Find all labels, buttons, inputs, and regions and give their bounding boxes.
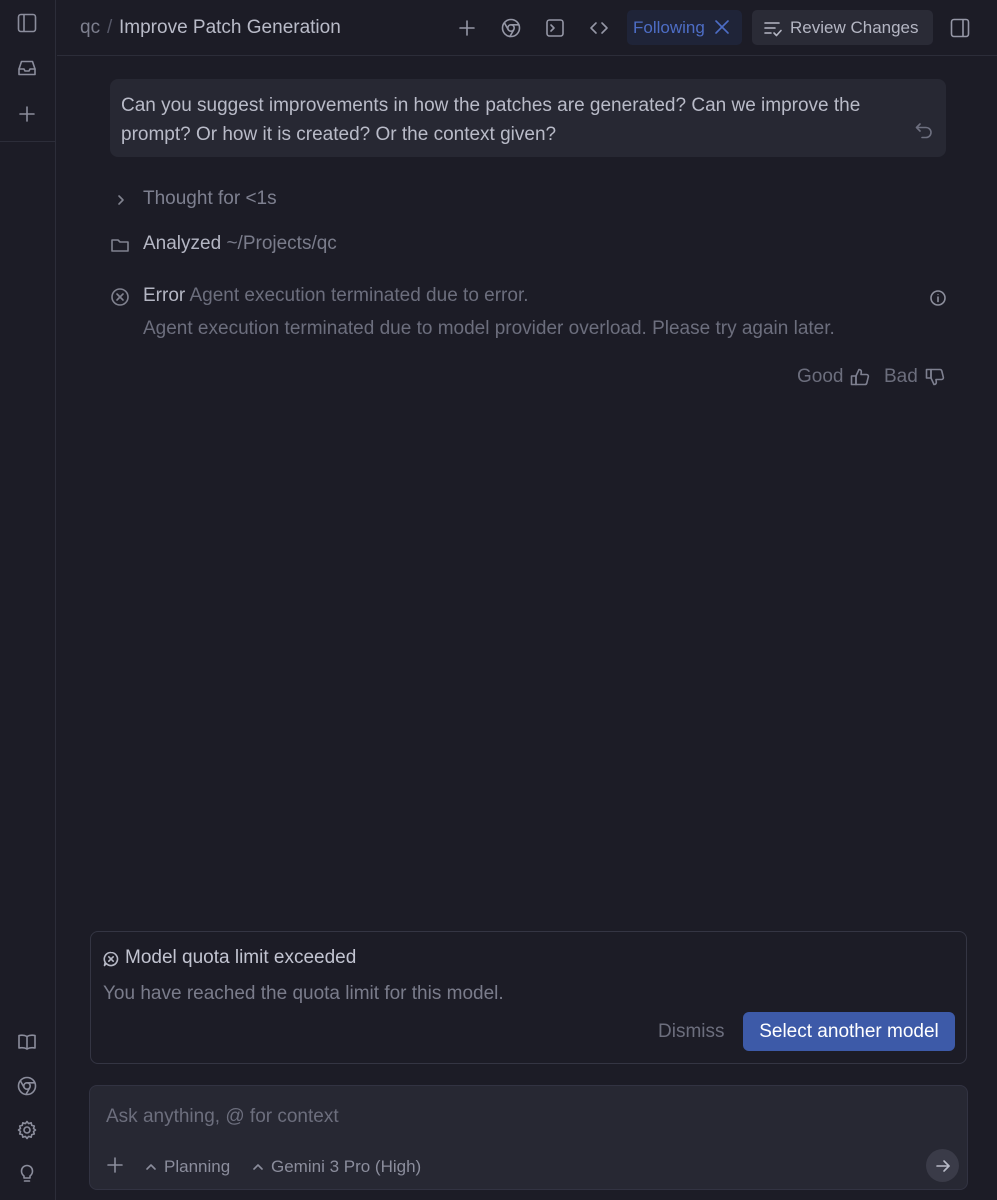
- analyzed-label: Analyzed: [143, 233, 222, 254]
- new-conversation-icon[interactable]: [14, 101, 40, 127]
- terminal-icon[interactable]: [542, 15, 568, 41]
- page-title: Improve Patch Generation: [119, 17, 341, 38]
- error-summary: Agent execution terminated due to error.: [189, 285, 529, 306]
- lightbulb-icon[interactable]: [14, 1160, 40, 1186]
- sidebar-divider: [0, 141, 56, 142]
- good-feedback-button[interactable]: Good: [797, 365, 871, 389]
- gear-icon[interactable]: [14, 1117, 40, 1143]
- chevron-up-icon: [253, 1164, 263, 1170]
- composer: Planning Gemini 3 Pro (High): [89, 1085, 968, 1190]
- thought-row[interactable]: Thought for <1s: [110, 188, 410, 214]
- browser-icon[interactable]: [498, 15, 524, 41]
- quota-title: Model quota limit exceeded: [125, 947, 357, 968]
- following-label: Following: [633, 18, 705, 37]
- folder-icon: [111, 239, 129, 252]
- user-message-text: Can you suggest improvements in how the …: [121, 95, 861, 145]
- top-bar: qc / Improve Patch Generation Following …: [57, 0, 997, 56]
- chevron-up-icon: [146, 1164, 156, 1170]
- analyzed-row: Analyzed ~/Projects/qc: [110, 233, 510, 259]
- mode-label: Planning: [164, 1157, 231, 1176]
- model-label: Gemini 3 Pro (High): [271, 1157, 422, 1176]
- error-circle-icon: [111, 288, 129, 306]
- code-icon[interactable]: [586, 15, 612, 41]
- attach-plus-icon[interactable]: [106, 1156, 124, 1174]
- error-row: Error Agent execution terminated due to …: [110, 285, 910, 311]
- add-icon[interactable]: [454, 15, 480, 41]
- chat-input[interactable]: [106, 1102, 946, 1132]
- bad-label: Bad: [884, 366, 918, 387]
- following-toggle[interactable]: Following: [627, 10, 742, 45]
- thought-label: Thought for <1s: [143, 188, 277, 209]
- alert-bubble-icon: [103, 951, 119, 967]
- error-detail: Agent execution terminated due to model …: [143, 318, 835, 339]
- sidebar-toggle-icon[interactable]: [14, 10, 40, 36]
- thumbs-up-icon: [851, 368, 870, 386]
- user-message: Can you suggest improvements in how the …: [110, 79, 946, 157]
- review-list-icon: [764, 22, 782, 37]
- chrome-icon[interactable]: [14, 1073, 40, 1099]
- error-label: Error: [143, 285, 186, 306]
- send-button[interactable]: [926, 1149, 959, 1182]
- close-icon[interactable]: [713, 18, 731, 36]
- arrow-right-icon: [935, 1159, 950, 1172]
- select-another-model-button[interactable]: Select another model: [743, 1012, 955, 1051]
- mode-selector[interactable]: Planning: [144, 1156, 230, 1178]
- good-label: Good: [797, 366, 844, 387]
- info-icon[interactable]: [929, 289, 947, 307]
- inbox-icon[interactable]: [14, 55, 40, 81]
- left-sidebar: [0, 0, 56, 1200]
- review-changes-button[interactable]: Review Changes: [752, 10, 933, 45]
- bad-feedback-button[interactable]: Bad: [884, 365, 946, 389]
- undo-icon[interactable]: [914, 120, 934, 140]
- model-selector[interactable]: Gemini 3 Pro (High): [251, 1156, 421, 1178]
- breadcrumb-separator: /: [107, 17, 113, 38]
- quota-description: You have reached the quota limit for thi…: [103, 983, 504, 1004]
- chevron-right-icon: [118, 195, 124, 205]
- quota-alert-card: Model quota limit exceeded You have reac…: [90, 931, 967, 1064]
- review-changes-label: Review Changes: [790, 18, 919, 37]
- breadcrumb-root[interactable]: qc: [80, 17, 100, 39]
- right-panel-toggle-icon[interactable]: [947, 15, 973, 41]
- thumbs-down-icon: [925, 368, 944, 386]
- dismiss-button[interactable]: Dismiss: [658, 1021, 725, 1043]
- book-icon[interactable]: [14, 1029, 40, 1055]
- analyzed-path[interactable]: ~/Projects/qc: [226, 233, 336, 254]
